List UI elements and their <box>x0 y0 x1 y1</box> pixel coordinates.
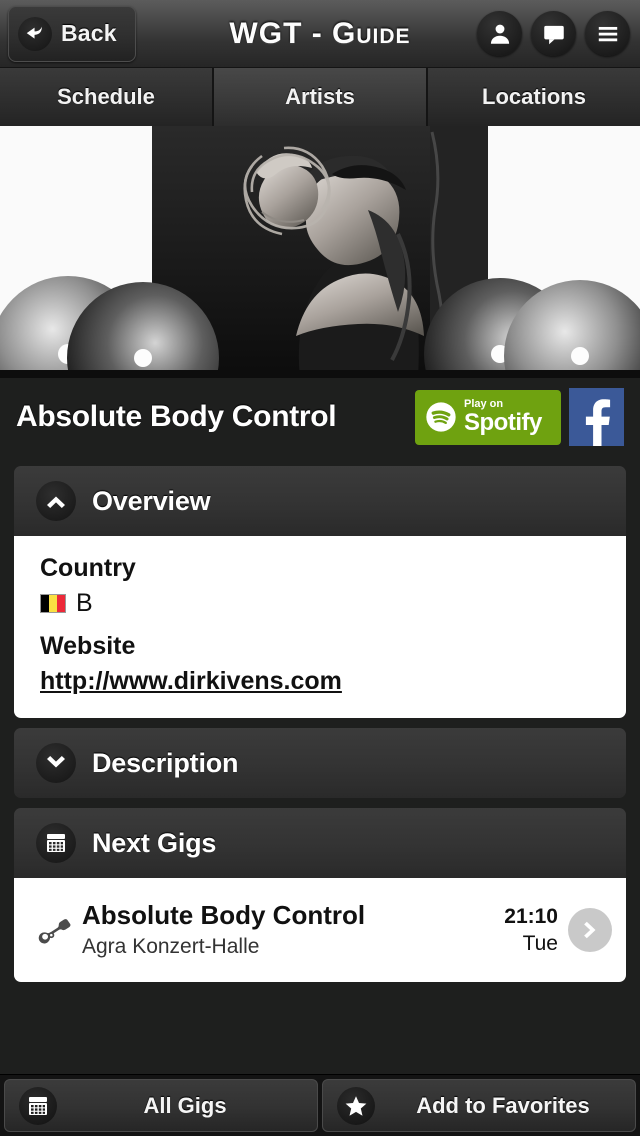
chat-icon[interactable] <box>531 11 576 56</box>
bottom-bar: All Gigs Add to Favorites <box>0 1074 640 1136</box>
back-arrow-icon <box>18 16 52 51</box>
top-bar: Back WGT - Guide <box>0 0 640 68</box>
table-row[interactable]: Absolute Body Control Agra Konzert-Halle… <box>14 878 626 982</box>
artist-hero-image <box>0 126 640 378</box>
spotify-icon <box>426 402 456 432</box>
gig-time: 21:10 <box>504 904 558 928</box>
star-icon <box>337 1086 375 1125</box>
spotify-line2: Spotify <box>464 409 542 436</box>
gig-day: Tue <box>522 932 558 955</box>
tab-bar: Schedule Artists Locations <box>0 68 640 126</box>
hero-photo <box>0 126 640 378</box>
all-gigs-button[interactable]: All Gigs <box>4 1079 318 1132</box>
description-panel: Description <box>14 728 626 798</box>
website-link[interactable]: http://www.dirkivens.com <box>40 667 342 696</box>
next-gigs-header[interactable]: Next Gigs <box>14 808 626 878</box>
facebook-icon <box>585 399 610 446</box>
description-title: Description <box>92 747 239 778</box>
chevron-down-icon <box>36 743 76 783</box>
artist-header-row: Absolute Body Control Play on Spotify <box>14 378 626 456</box>
app-screen: Back WGT - Guide Schedule Artists Locati… <box>0 0 640 1136</box>
back-button[interactable]: Back <box>8 5 136 62</box>
chevron-right-icon[interactable] <box>568 908 612 952</box>
gig-time-block: 21:10 Tue <box>504 903 568 958</box>
tab-locations[interactable]: Locations <box>428 68 640 126</box>
next-gigs-panel: Next Gigs Absolute Body Control Agra Kon… <box>14 808 626 982</box>
country-value: B <box>76 589 93 617</box>
content-area: Absolute Body Control Play on Spotify Ov… <box>0 378 640 1074</box>
tab-artists[interactable]: Artists <box>214 68 428 126</box>
description-header[interactable]: Description <box>14 728 626 798</box>
add-to-favorites-label: Add to Favorites <box>416 1092 590 1118</box>
user-icon[interactable] <box>477 11 522 56</box>
calendar-icon <box>36 823 76 863</box>
artist-name: Absolute Body Control <box>16 400 337 433</box>
gig-venue: Agra Konzert-Halle <box>82 934 260 958</box>
all-gigs-label: All Gigs <box>143 1092 227 1118</box>
country-value-row: B <box>40 589 600 618</box>
guitar-icon <box>32 913 76 947</box>
facebook-button[interactable] <box>569 388 624 446</box>
top-bar-icons <box>477 11 630 56</box>
menu-icon[interactable] <box>585 11 630 56</box>
gig-list: Absolute Body Control Agra Konzert-Halle… <box>14 878 626 982</box>
overview-header[interactable]: Overview <box>14 466 626 536</box>
tab-schedule[interactable]: Schedule <box>0 68 214 126</box>
next-gigs-title: Next Gigs <box>92 827 217 858</box>
add-to-favorites-button[interactable]: Add to Favorites <box>322 1079 636 1132</box>
play-on-spotify-button[interactable]: Play on Spotify <box>415 389 561 445</box>
gig-title: Absolute Body Control <box>82 900 366 931</box>
website-label: Website <box>40 632 136 660</box>
overview-panel: Overview Country B Website http://www.di… <box>14 466 626 718</box>
belgium-flag-icon <box>40 594 66 613</box>
gig-info: Absolute Body Control Agra Konzert-Halle <box>76 900 504 959</box>
back-label: Back <box>61 20 117 46</box>
country-label: Country <box>40 554 136 582</box>
overview-body: Country B Website http://www.dirkivens.c… <box>14 536 626 718</box>
calendar-icon <box>19 1086 57 1125</box>
chevron-up-icon <box>36 481 76 521</box>
overview-title: Overview <box>92 485 211 516</box>
